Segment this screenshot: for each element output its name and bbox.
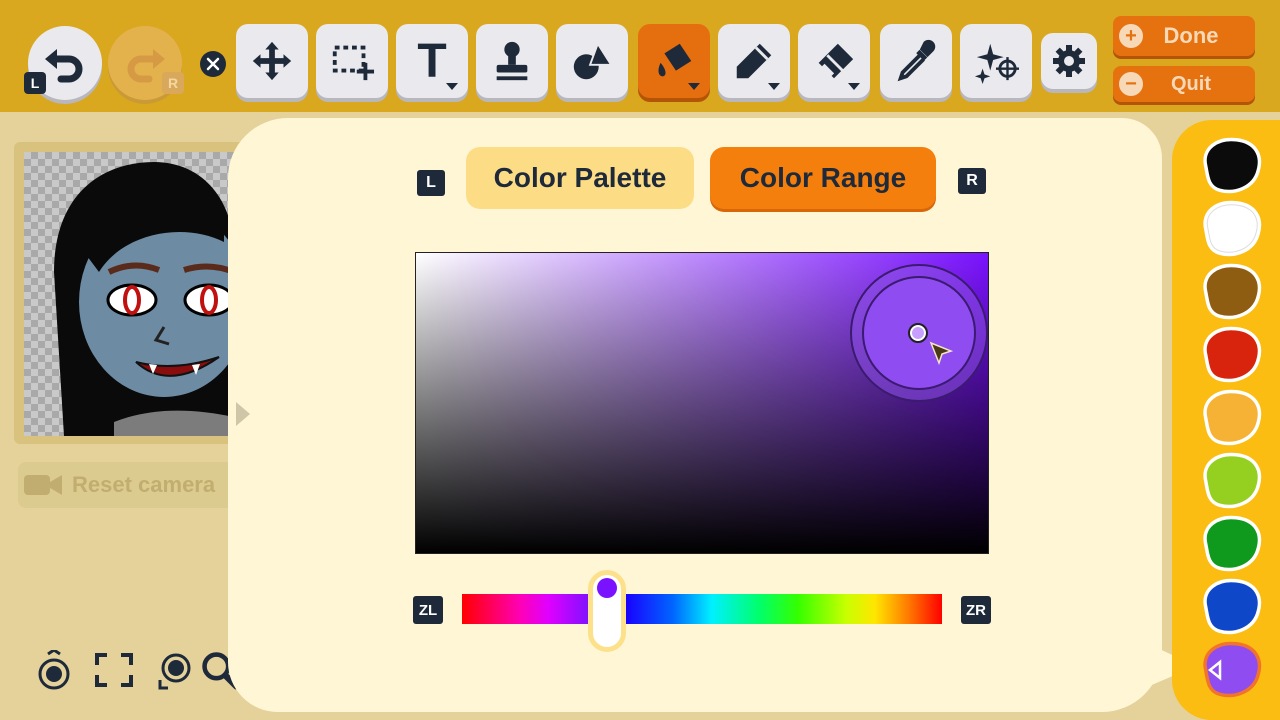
redo-button[interactable]: R (108, 26, 184, 100)
color-swatch[interactable] (1200, 640, 1262, 698)
gear-icon (1053, 45, 1085, 77)
reset-camera-button[interactable]: Reset camera (18, 462, 248, 508)
fullscreen-icon (95, 653, 133, 687)
done-label: Done (1163, 23, 1219, 48)
submenu-indicator (768, 83, 780, 90)
rotate-view-button[interactable] (34, 648, 74, 692)
close-icon (206, 57, 220, 71)
top-toolbar: L R T + Done − Quit (0, 0, 1280, 112)
fullscreen-button[interactable] (94, 648, 134, 692)
move-tool-button[interactable] (236, 24, 308, 98)
quit-label: Quit (1171, 72, 1211, 95)
text-icon: T (417, 34, 447, 88)
paint-blob-icon (1203, 578, 1262, 635)
paint-blob-icon (1203, 389, 1262, 446)
tab-color-range[interactable]: Color Range (710, 147, 936, 209)
submenu-indicator (848, 83, 860, 90)
eyedropper-tool-button[interactable] (880, 24, 952, 98)
shapes-icon (573, 41, 613, 80)
view-controls (34, 646, 240, 694)
eyedropper-icon (897, 39, 936, 82)
pen-tool-button[interactable] (718, 24, 790, 98)
paint-blob-icon (1203, 263, 1262, 320)
pan-stick-icon (158, 653, 191, 690)
effects-tool-button[interactable] (960, 24, 1032, 98)
submenu-indicator (688, 83, 700, 90)
tab-color-palette[interactable]: Color Palette (466, 147, 694, 209)
tab-left-shortcut-badge: L (417, 170, 445, 196)
stamp-icon (496, 41, 528, 81)
paint-blob-icon (1203, 515, 1262, 572)
collapse-arrow-icon[interactable] (236, 402, 250, 426)
sparkle-icon (974, 43, 1019, 84)
selection-icon (332, 45, 375, 81)
paint-blob-icon (1203, 452, 1262, 509)
fill-tool-button[interactable] (638, 24, 710, 98)
color-swatch[interactable] (1200, 262, 1262, 320)
paint-bucket-icon (658, 43, 692, 77)
undo-shortcut-badge: L (24, 72, 46, 94)
eraser-tool-button[interactable] (798, 24, 870, 98)
paint-blob-icon (1203, 326, 1262, 383)
undo-arrow-icon (45, 49, 83, 83)
stamp-tool-button[interactable] (476, 24, 548, 98)
avatar-preview[interactable] (24, 152, 234, 436)
hue-slider-handle[interactable] (588, 570, 626, 652)
text-tool-button[interactable]: T (396, 24, 468, 98)
color-swatch[interactable] (1200, 325, 1262, 383)
submenu-indicator (446, 83, 458, 90)
video-camera-icon (24, 475, 62, 495)
shapes-tool-button[interactable] (556, 24, 628, 98)
close-history-button[interactable] (200, 51, 226, 77)
color-swatch[interactable] (1200, 136, 1262, 194)
hue-left-shortcut-badge: ZL (413, 596, 443, 624)
reset-camera-label: Reset camera (72, 472, 216, 497)
avatar-character-image (54, 162, 234, 436)
color-swatch[interactable] (1200, 577, 1262, 635)
move-arrows-icon (252, 41, 292, 81)
undo-button[interactable]: L (24, 26, 102, 100)
settings-button[interactable] (1041, 33, 1097, 89)
plus-icon: + (1119, 24, 1143, 48)
done-button[interactable]: + Done (1113, 16, 1255, 56)
hue-right-shortcut-badge: ZR (961, 596, 991, 624)
color-swatch[interactable] (1200, 514, 1262, 572)
redo-shortcut-badge: R (162, 72, 184, 94)
rotate-stick-icon (38, 650, 70, 690)
paint-blob-icon (1203, 137, 1262, 194)
minus-icon: − (1119, 72, 1143, 96)
paint-blob-icon (1203, 641, 1262, 698)
hue-slider-track[interactable] (462, 594, 942, 624)
pan-view-button[interactable] (154, 648, 194, 692)
pointer-cursor-icon (929, 341, 954, 366)
quit-button[interactable]: − Quit (1113, 66, 1255, 102)
color-swatch[interactable] (1200, 451, 1262, 509)
color-picker-cursor[interactable] (908, 323, 928, 343)
tab-right-shortcut-badge: R (958, 168, 986, 194)
pen-icon (736, 43, 772, 79)
eraser-icon (818, 43, 854, 79)
hue-slider-knob (597, 578, 617, 598)
color-swatch[interactable] (1200, 199, 1262, 257)
paint-blob-icon (1203, 200, 1262, 257)
select-tool-button[interactable] (316, 24, 388, 98)
color-swatch[interactable] (1200, 388, 1262, 446)
